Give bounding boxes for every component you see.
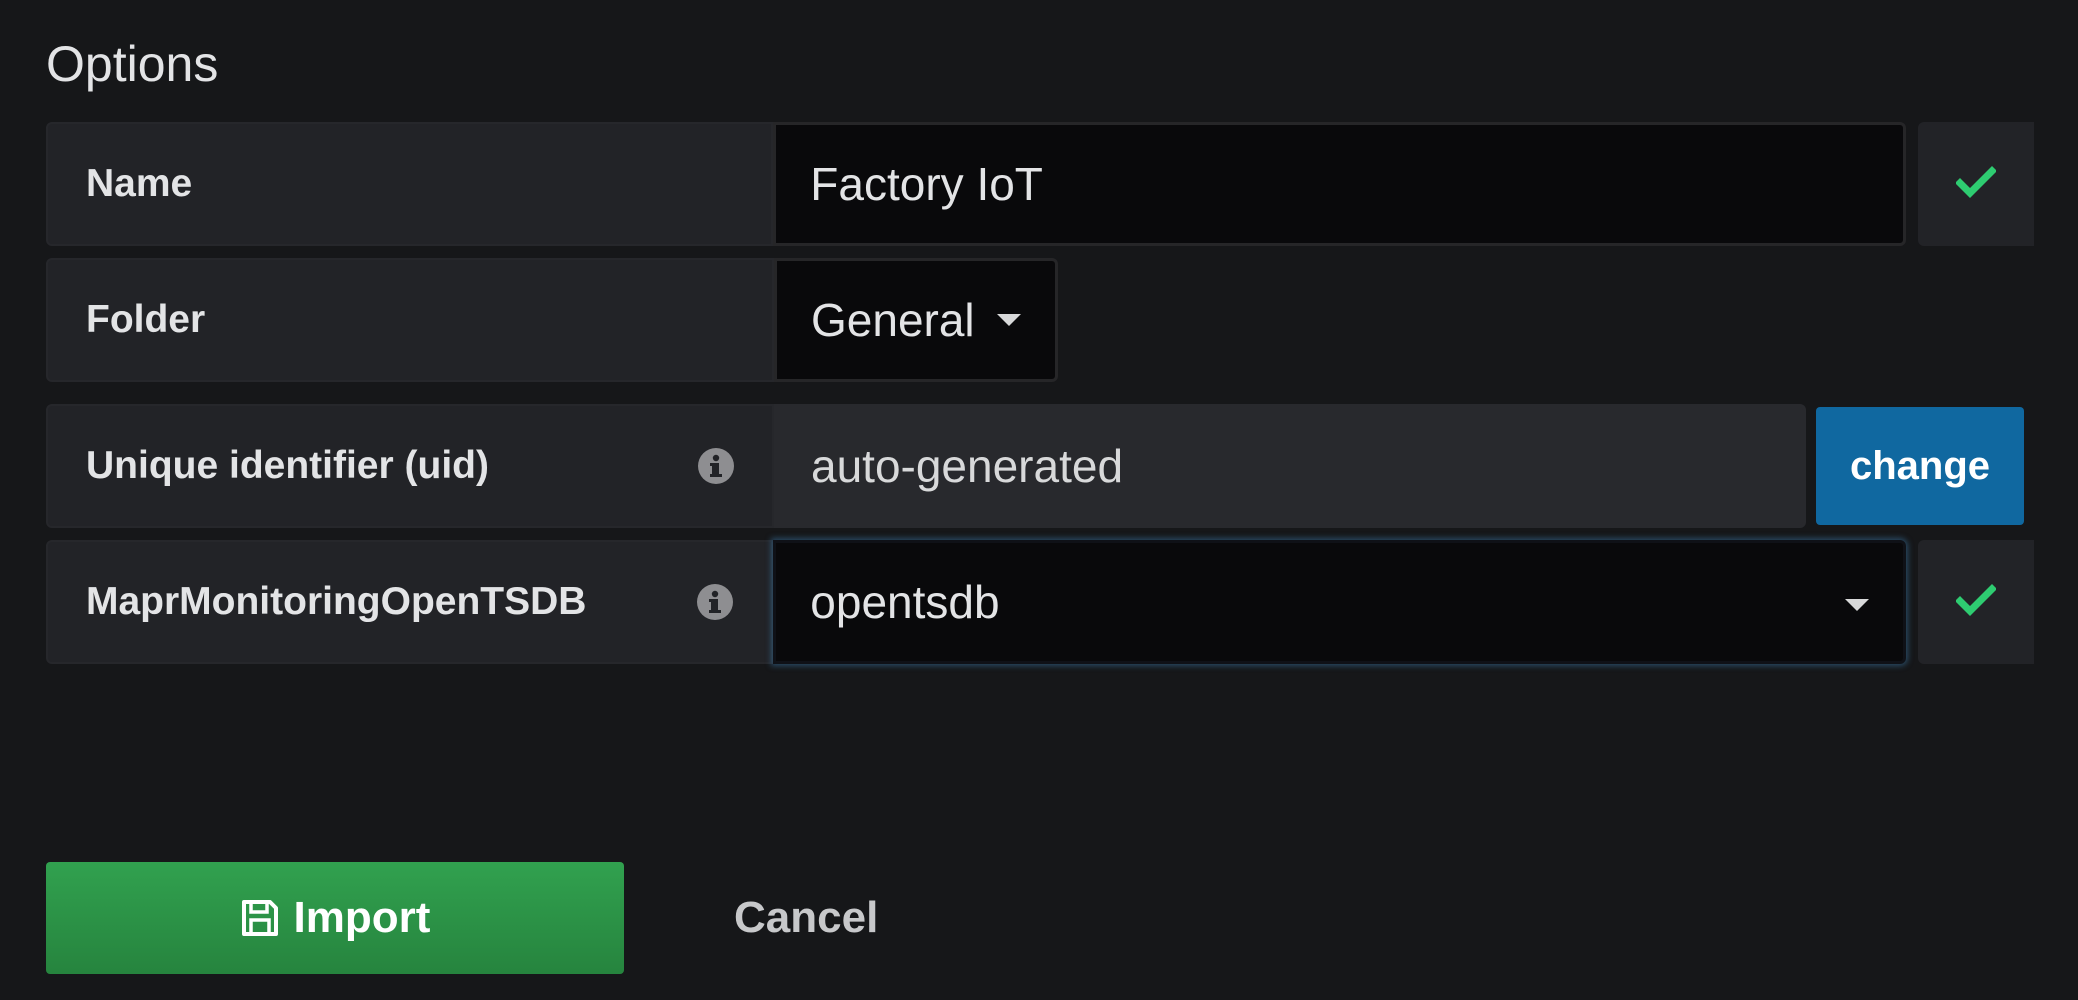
name-row: Name Factory IoT [46, 122, 2035, 246]
caret-down-icon [1845, 599, 1870, 611]
folder-select-value: General [811, 294, 975, 346]
datasource-label-cell: MaprMonitoringOpenTSDB [46, 540, 774, 664]
import-options-page: Options Name Factory IoT Folder General [0, 0, 2078, 1000]
uid-input: auto-generated [774, 404, 1806, 528]
name-label: Name [86, 162, 193, 205]
import-button-label: Import [293, 893, 431, 942]
check-icon [1955, 583, 1998, 621]
folder-row: Folder General [46, 258, 1058, 382]
cancel-button[interactable]: Cancel [734, 862, 878, 974]
caret-down-icon [996, 314, 1021, 326]
options-heading: Options [46, 36, 219, 92]
name-input[interactable]: Factory IoT [773, 122, 1907, 246]
change-uid-button[interactable]: change [1816, 407, 2024, 525]
datasource-valid-indicator [1918, 540, 2035, 664]
folder-label-cell: Folder [46, 258, 774, 382]
uid-label: Unique identifier (uid) [86, 444, 489, 487]
info-icon[interactable] [698, 448, 734, 484]
uid-label-cell: Unique identifier (uid) [46, 404, 774, 528]
folder-label: Folder [86, 298, 206, 341]
datasource-label: MaprMonitoringOpenTSDB [86, 580, 587, 623]
datasource-select-value: opentsdb [810, 576, 1000, 628]
name-input-value: Factory IoT [810, 158, 1043, 210]
datasource-row: MaprMonitoringOpenTSDB opentsdb [46, 540, 2035, 664]
datasource-select[interactable]: opentsdb [773, 540, 1907, 664]
uid-input-value: auto-generated [811, 440, 1124, 492]
name-label-cell: Name [46, 122, 774, 246]
uid-row: Unique identifier (uid) auto-generated c… [46, 404, 2024, 528]
floppy-disk-icon [240, 898, 280, 938]
check-icon [1955, 165, 1998, 203]
import-button[interactable]: Import [46, 862, 624, 974]
folder-select[interactable]: General [774, 258, 1058, 382]
info-icon[interactable] [697, 584, 734, 620]
name-valid-indicator [1918, 122, 2035, 246]
